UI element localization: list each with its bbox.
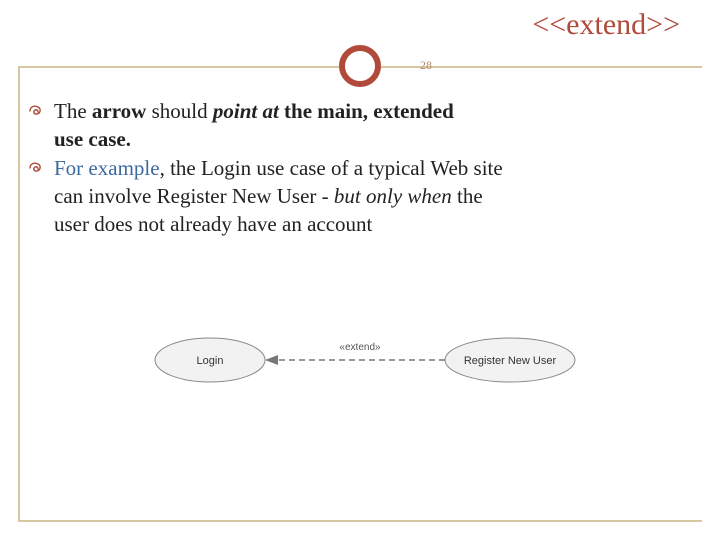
bullet-item: The arrow should point at the main, exte… [28, 98, 692, 124]
swirl-bullet-icon [28, 160, 44, 176]
bullet-text: The arrow should point at the main, exte… [54, 98, 692, 124]
usecase-login-label: Login [197, 355, 224, 367]
text-run: , the Login use case of a typical Web si… [160, 156, 503, 180]
divider-bottom [18, 520, 702, 522]
content-area: The arrow should point at the main, exte… [28, 98, 692, 239]
usecase-register-label: Register New User [464, 355, 557, 367]
text-run: The [54, 99, 92, 123]
page-number: 28 [420, 58, 432, 73]
uml-diagram: Login Register New User «extend» [0, 320, 720, 400]
text-run: can involve Register New User - [54, 184, 334, 208]
ring-ornament-icon [339, 45, 381, 87]
text-run: user does not already have an account [54, 212, 372, 236]
arrowhead-icon [265, 355, 278, 365]
text-run: point at [213, 99, 279, 123]
text-run: use case. [54, 127, 131, 151]
extend-label: «extend» [339, 342, 381, 353]
slide-title: <<extend>> [532, 8, 680, 42]
slide: <<extend>> 28 The arrow should point at … [0, 0, 720, 540]
bullet-continuation: user does not already have an account [54, 211, 692, 237]
bullet-text: For example, the Login use case of a typ… [54, 155, 692, 181]
text-run: the main, extended [279, 99, 454, 123]
text-run: arrow [92, 99, 146, 123]
bullet-continuation: use case. [54, 126, 692, 152]
text-run: should [146, 99, 213, 123]
swirl-bullet-icon [28, 103, 44, 119]
bullet-item: For example, the Login use case of a typ… [28, 155, 692, 181]
bullet-continuation: can involve Register New User - but only… [54, 183, 692, 209]
text-run: but only when [334, 184, 452, 208]
text-run: For example [54, 156, 160, 180]
divider-left [18, 66, 20, 522]
text-run: the [452, 184, 483, 208]
